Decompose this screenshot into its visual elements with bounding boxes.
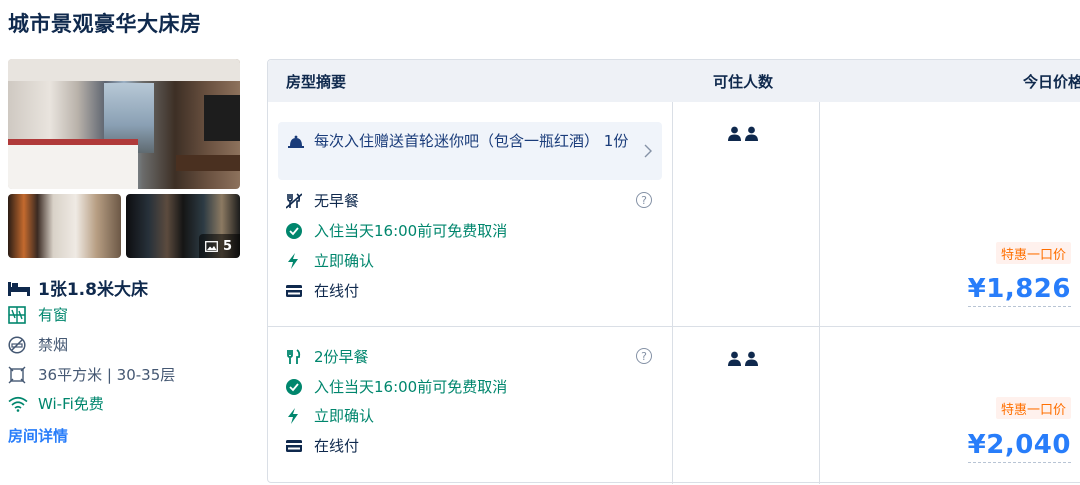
room-title: 城市景观豪华大床房 bbox=[8, 12, 202, 36]
photo-count: 5 bbox=[222, 238, 232, 254]
cancel-label: 入住当天16:00前可免费取消 bbox=[314, 378, 508, 396]
lightning-icon bbox=[286, 252, 304, 269]
wifi-label: Wi-Fi免费 bbox=[38, 395, 104, 413]
bed-info: 1张1.8米大床 bbox=[8, 275, 148, 300]
smoking-label: 禁烟 bbox=[38, 336, 69, 354]
wifi-info: Wi-Fi免费 bbox=[8, 393, 104, 414]
card-icon bbox=[286, 439, 304, 452]
deal-badge: 特惠一口价 bbox=[995, 397, 1071, 419]
person-icon bbox=[745, 351, 758, 370]
header-guests: 可住人数 bbox=[713, 73, 774, 91]
area-floor-info: 36平方米 | 30-35层 bbox=[8, 364, 175, 385]
help-icon[interactable]: ? bbox=[636, 348, 652, 364]
payment-info: 在线付 bbox=[286, 435, 359, 456]
no-breakfast-icon bbox=[286, 192, 304, 209]
help-icon[interactable]: ? bbox=[636, 192, 652, 208]
table-header: 房型摘要 可住人数 今日价格 bbox=[268, 60, 1080, 102]
check-circle-icon bbox=[286, 378, 304, 395]
price[interactable]: ¥2,040 bbox=[967, 430, 1071, 463]
person-icon bbox=[745, 126, 758, 145]
bell-icon bbox=[288, 133, 304, 155]
no-smoking-icon bbox=[8, 335, 30, 355]
confirm-info: 立即确认 bbox=[286, 405, 374, 426]
guest-capacity bbox=[728, 126, 758, 145]
price[interactable]: ¥1,826 bbox=[967, 274, 1071, 307]
cancel-policy: 入住当天16:00前可免费取消 bbox=[286, 220, 507, 241]
deal-badge: 特惠一口价 bbox=[995, 242, 1071, 264]
chevron-right-icon bbox=[644, 142, 652, 164]
room-details-link[interactable]: 房间详情 bbox=[8, 425, 68, 446]
lightning-icon bbox=[286, 407, 304, 424]
guest-capacity bbox=[728, 351, 758, 370]
window-info: 有窗 bbox=[8, 304, 68, 325]
photo-count-badge[interactable]: 5 bbox=[198, 234, 240, 258]
room-photo-thumbnail[interactable] bbox=[8, 194, 121, 258]
area-icon bbox=[8, 365, 30, 385]
confirm-label: 立即确认 bbox=[314, 407, 375, 425]
cancel-label: 入住当天16:00前可免费取消 bbox=[314, 222, 508, 240]
breakfast-info: 无早餐 bbox=[286, 190, 359, 211]
room-photo-thumbnail[interactable]: 5 bbox=[126, 194, 240, 258]
person-icon bbox=[728, 126, 741, 145]
confirm-info: 立即确认 bbox=[286, 250, 374, 271]
header-summary: 房型摘要 bbox=[286, 73, 347, 91]
payment-label: 在线付 bbox=[314, 282, 360, 300]
header-price: 今日价格 bbox=[1023, 73, 1080, 91]
breakfast-icon bbox=[286, 348, 304, 365]
bed-icon bbox=[8, 278, 30, 298]
breakfast-label: 无早餐 bbox=[314, 192, 360, 210]
breakfast-label: 2份早餐 bbox=[314, 348, 369, 366]
card-icon bbox=[286, 284, 304, 297]
window-icon bbox=[8, 305, 30, 325]
area-floor-label: 36平方米 | 30-35层 bbox=[38, 366, 176, 384]
breakfast-info: 2份早餐 bbox=[286, 346, 369, 367]
smoking-info: 禁烟 bbox=[8, 334, 68, 355]
gallery-icon bbox=[205, 240, 218, 252]
rate-table: 房型摘要 可住人数 今日价格 每次入住赠送首轮迷你吧（包含一瓶红酒） 1份 无早… bbox=[267, 59, 1080, 484]
room-main-photo[interactable] bbox=[8, 59, 240, 189]
confirm-label: 立即确认 bbox=[314, 252, 375, 270]
payment-label: 在线付 bbox=[314, 437, 360, 455]
cancel-policy: 入住当天16:00前可免费取消 bbox=[286, 376, 507, 397]
bed-label: 1张1.8米大床 bbox=[38, 280, 148, 300]
check-circle-icon bbox=[286, 222, 304, 239]
person-icon bbox=[728, 351, 741, 370]
promo-banner[interactable]: 每次入住赠送首轮迷你吧（包含一瓶红酒） 1份 bbox=[278, 122, 662, 180]
promo-text: 每次入住赠送首轮迷你吧（包含一瓶红酒） 1份 bbox=[314, 132, 629, 150]
window-label: 有窗 bbox=[38, 306, 69, 324]
wifi-icon bbox=[8, 394, 30, 414]
payment-info: 在线付 bbox=[286, 280, 359, 301]
